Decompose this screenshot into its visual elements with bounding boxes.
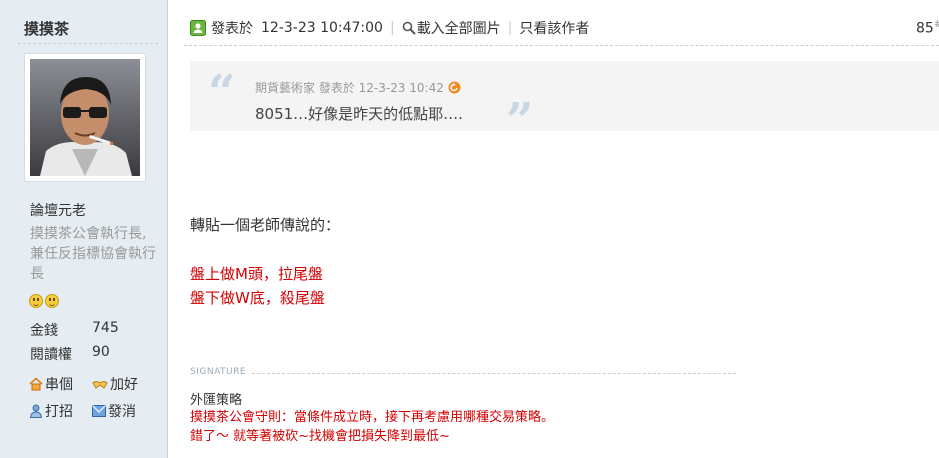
mail-icon — [92, 405, 106, 417]
floor-symbol: # — [934, 19, 939, 30]
quote-block: “ 期貨藝術家 發表於 12-3-23 10:42 8051…好像是昨天的低點耶… — [190, 61, 939, 145]
post-header-divider — [184, 45, 939, 46]
poke-user-icon — [29, 404, 43, 418]
jump-to-post-icon[interactable] — [448, 81, 461, 94]
emote-group — [29, 293, 61, 309]
custom-title: 摸摸茶公會執行長,兼任反指標協會執行長 — [30, 226, 156, 282]
author-sidebar: 摸摸茶 論壇元老 摸摸茶公會執行長,兼任反指標協會執行長 金錢 745 閱讀權 … — [0, 0, 168, 458]
post-intro-text: 轉貼一個老師傳說的： — [190, 216, 341, 234]
post-info-bar: 發表於 12-3-23 10:47:00 | 載入全部圖片 | 只看該作者 — [190, 17, 589, 39]
avatar[interactable] — [24, 53, 146, 182]
add-friend-label: 加好 — [110, 377, 138, 393]
separator: | — [389, 20, 395, 36]
visit-space-label: 串個 — [45, 377, 73, 393]
home-icon — [29, 377, 43, 391]
stat-value-money: 745 — [92, 320, 119, 336]
quote-meta: 期貨藝術家 發表於 12-3-23 10:42 — [255, 79, 461, 96]
close-quote-mark: ” — [506, 93, 534, 149]
poke-label: 打招 — [45, 404, 73, 420]
stat-label-money: 金錢 — [30, 323, 58, 339]
load-images-link[interactable]: 載入全部圖片 — [402, 18, 501, 38]
send-message-label: 發消 — [108, 404, 136, 420]
separator: | — [507, 20, 513, 36]
quote-meta-text: 期貨藝術家 發表於 12-3-23 10:42 — [255, 81, 444, 95]
signature-line-2: 錯了～ 就等著被砍~找機會把損失降到最低~ — [190, 429, 450, 444]
load-images-label: 載入全部圖片 — [416, 21, 501, 37]
floor-number[interactable]: 85# — [916, 19, 939, 37]
author-only-link[interactable]: 只看該作者 — [519, 18, 589, 38]
send-message-link[interactable]: 發消 — [92, 401, 136, 421]
signature-divider — [252, 373, 736, 374]
online-status-icon — [190, 20, 206, 36]
stat-value-read-permission: 90 — [92, 344, 110, 360]
signature-line-1: 摸摸茶公會守則：當條件成立時，接下再考慮用哪種交易策略。 — [190, 410, 555, 425]
floor-number-value: 85 — [916, 20, 934, 37]
add-friend-link[interactable]: 加好 — [92, 374, 138, 394]
signature-label: SIGNATURE — [190, 367, 247, 377]
user-avatar-photo-icon — [30, 59, 140, 176]
sidebar-divider — [18, 43, 158, 44]
posted-time: 12-3-23 10:47:00 — [261, 20, 383, 36]
quote-text: 8051…好像是昨天的低點耶…. — [255, 105, 463, 123]
posted-label: 發表於 — [211, 21, 253, 37]
post-line-2: 盤下做W底，殺尾盤 — [190, 289, 325, 307]
handshake-icon — [92, 381, 108, 389]
open-quote-mark: “ — [208, 65, 236, 121]
smiley-icon — [29, 294, 43, 308]
user-rank: 論壇元老 — [30, 203, 86, 219]
visit-space-link[interactable]: 串個 — [29, 374, 73, 394]
stat-label-read-permission: 閱讀權 — [30, 347, 72, 363]
smiley-icon — [45, 294, 59, 308]
magnifier-icon — [402, 21, 416, 35]
author-name[interactable]: 摸摸茶 — [24, 18, 69, 39]
post-line-1: 盤上做M頭，拉尾盤 — [190, 265, 323, 283]
poke-link[interactable]: 打招 — [29, 401, 73, 421]
